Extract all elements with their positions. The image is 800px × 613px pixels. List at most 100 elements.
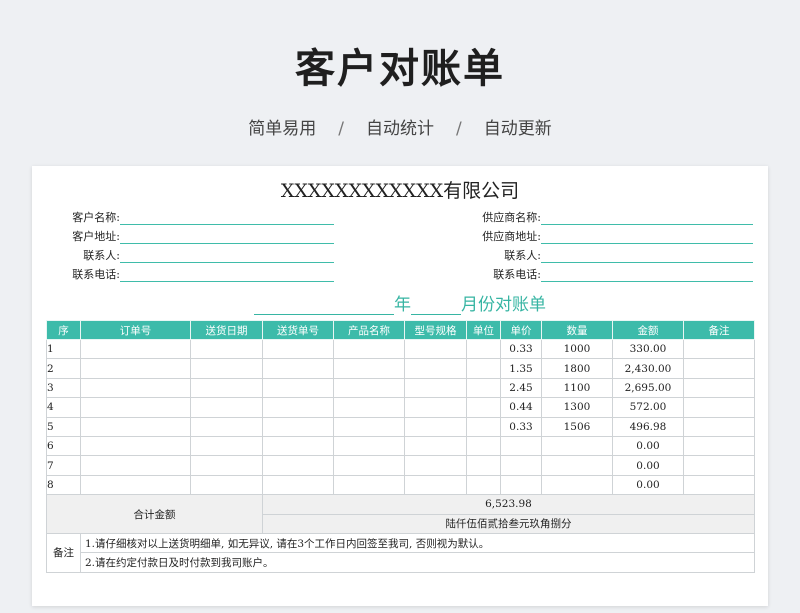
cell-spec[interactable]	[404, 416, 467, 437]
cell-spec[interactable]	[404, 435, 467, 457]
cell-price[interactable]: 0.44	[500, 397, 542, 418]
cell-remark[interactable]	[683, 455, 755, 476]
cell-seq[interactable]: 2	[46, 358, 81, 379]
customer-phone-field[interactable]: 联系电话:	[72, 265, 334, 283]
cell-remark[interactable]	[683, 435, 755, 457]
cell-seq[interactable]: 3	[46, 377, 81, 399]
cell-price[interactable]: 2.45	[500, 377, 542, 399]
cell-spec[interactable]	[404, 397, 467, 418]
cell-order-no[interactable]	[80, 455, 191, 476]
supplier-phone-field[interactable]: 联系电话:	[493, 265, 753, 283]
cell-seq[interactable]: 6	[46, 435, 81, 457]
cell-delivery-no[interactable]	[262, 416, 334, 437]
cell-unit[interactable]	[466, 338, 501, 360]
month-blank[interactable]	[411, 298, 461, 315]
cell-unit[interactable]	[466, 377, 501, 399]
cell-qty[interactable]: 1000	[541, 338, 613, 360]
cell-price[interactable]: 1.35	[500, 358, 542, 379]
cell-unit[interactable]	[466, 416, 501, 437]
customer-contact-field[interactable]: 联系人:	[83, 246, 334, 264]
cell-amount[interactable]: 330.00	[612, 338, 684, 360]
cell-delivery-date[interactable]	[190, 397, 263, 418]
cell-order-no[interactable]	[80, 435, 191, 457]
cell-delivery-no[interactable]	[262, 397, 334, 418]
cell-delivery-date[interactable]	[190, 377, 263, 399]
cell-qty[interactable]	[541, 455, 613, 476]
cell-seq[interactable]: 8	[46, 474, 81, 496]
cell-product[interactable]	[333, 377, 405, 399]
cell-spec[interactable]	[404, 377, 467, 399]
cell-amount[interactable]: 0.00	[612, 474, 684, 496]
cell-unit[interactable]	[466, 397, 501, 418]
cell-order-no[interactable]	[80, 474, 191, 496]
cell-price[interactable]	[500, 455, 542, 476]
year-blank[interactable]	[254, 298, 394, 315]
cell-unit[interactable]	[466, 358, 501, 379]
cell-spec[interactable]	[404, 474, 467, 496]
cell-unit[interactable]	[466, 455, 501, 476]
cell-seq[interactable]: 5	[46, 416, 81, 437]
cell-remark[interactable]	[683, 474, 755, 496]
cell-order-no[interactable]	[80, 377, 191, 399]
cell-product[interactable]	[333, 474, 405, 496]
cell-amount[interactable]: 0.00	[612, 435, 684, 457]
cell-delivery-date[interactable]	[190, 474, 263, 496]
cell-seq[interactable]: 1	[46, 338, 81, 360]
cell-remark[interactable]	[683, 397, 755, 418]
cell-product[interactable]	[333, 416, 405, 437]
cell-order-no[interactable]	[80, 397, 191, 418]
cell-amount[interactable]: 0.00	[612, 455, 684, 476]
cell-delivery-no[interactable]	[262, 435, 334, 457]
cell-qty[interactable]	[541, 435, 613, 457]
supplier-contact-field[interactable]: 联系人:	[504, 246, 753, 264]
cell-qty[interactable]: 1800	[541, 358, 613, 379]
cell-price[interactable]: 0.33	[500, 338, 542, 360]
cell-delivery-date[interactable]	[190, 435, 263, 457]
cell-unit[interactable]	[466, 435, 501, 457]
cell-amount[interactable]: 572.00	[612, 397, 684, 418]
cell-delivery-no[interactable]	[262, 358, 334, 379]
cell-qty[interactable]: 1100	[541, 377, 613, 399]
cell-amount[interactable]: 2,430.00	[612, 358, 684, 379]
cell-delivery-date[interactable]	[190, 455, 263, 476]
cell-delivery-no[interactable]	[262, 474, 334, 496]
total-chinese[interactable]: 陆仟伍佰贰拾叁元玖角捌分	[262, 513, 755, 534]
cell-amount[interactable]: 2,695.00	[612, 377, 684, 399]
cell-remark[interactable]	[683, 338, 755, 360]
cell-qty[interactable]: 1300	[541, 397, 613, 418]
cell-delivery-no[interactable]	[262, 338, 334, 360]
customer-address-field[interactable]: 客户地址:	[72, 227, 334, 245]
cell-price[interactable]	[500, 435, 542, 457]
cell-product[interactable]	[333, 455, 405, 476]
cell-order-no[interactable]	[80, 358, 191, 379]
cell-remark[interactable]	[683, 377, 755, 399]
cell-price[interactable]: 0.33	[500, 416, 542, 437]
supplier-address-field[interactable]: 供应商地址:	[482, 227, 753, 245]
cell-delivery-date[interactable]	[190, 416, 263, 437]
cell-product[interactable]	[333, 397, 405, 418]
cell-order-no[interactable]	[80, 338, 191, 360]
total-number[interactable]: 6,523.98	[262, 494, 755, 515]
cell-unit[interactable]	[466, 474, 501, 496]
supplier-name-field[interactable]: 供应商名称:	[482, 208, 753, 226]
cell-spec[interactable]	[404, 338, 467, 360]
cell-remark[interactable]	[683, 358, 755, 379]
cell-seq[interactable]: 7	[46, 455, 81, 476]
cell-order-no[interactable]	[80, 416, 191, 437]
cell-spec[interactable]	[404, 358, 467, 379]
cell-amount[interactable]: 496.98	[612, 416, 684, 437]
cell-qty[interactable]	[541, 474, 613, 496]
cell-delivery-no[interactable]	[262, 377, 334, 399]
cell-seq[interactable]: 4	[46, 397, 81, 418]
cell-product[interactable]	[333, 435, 405, 457]
customer-name-field[interactable]: 客户名称:	[72, 208, 334, 226]
cell-price[interactable]	[500, 474, 542, 496]
cell-qty[interactable]: 1506	[541, 416, 613, 437]
cell-spec[interactable]	[404, 455, 467, 476]
cell-delivery-date[interactable]	[190, 338, 263, 360]
cell-delivery-date[interactable]	[190, 358, 263, 379]
cell-remark[interactable]	[683, 416, 755, 437]
cell-delivery-no[interactable]	[262, 455, 334, 476]
cell-product[interactable]	[333, 358, 405, 379]
cell-product[interactable]	[333, 338, 405, 360]
